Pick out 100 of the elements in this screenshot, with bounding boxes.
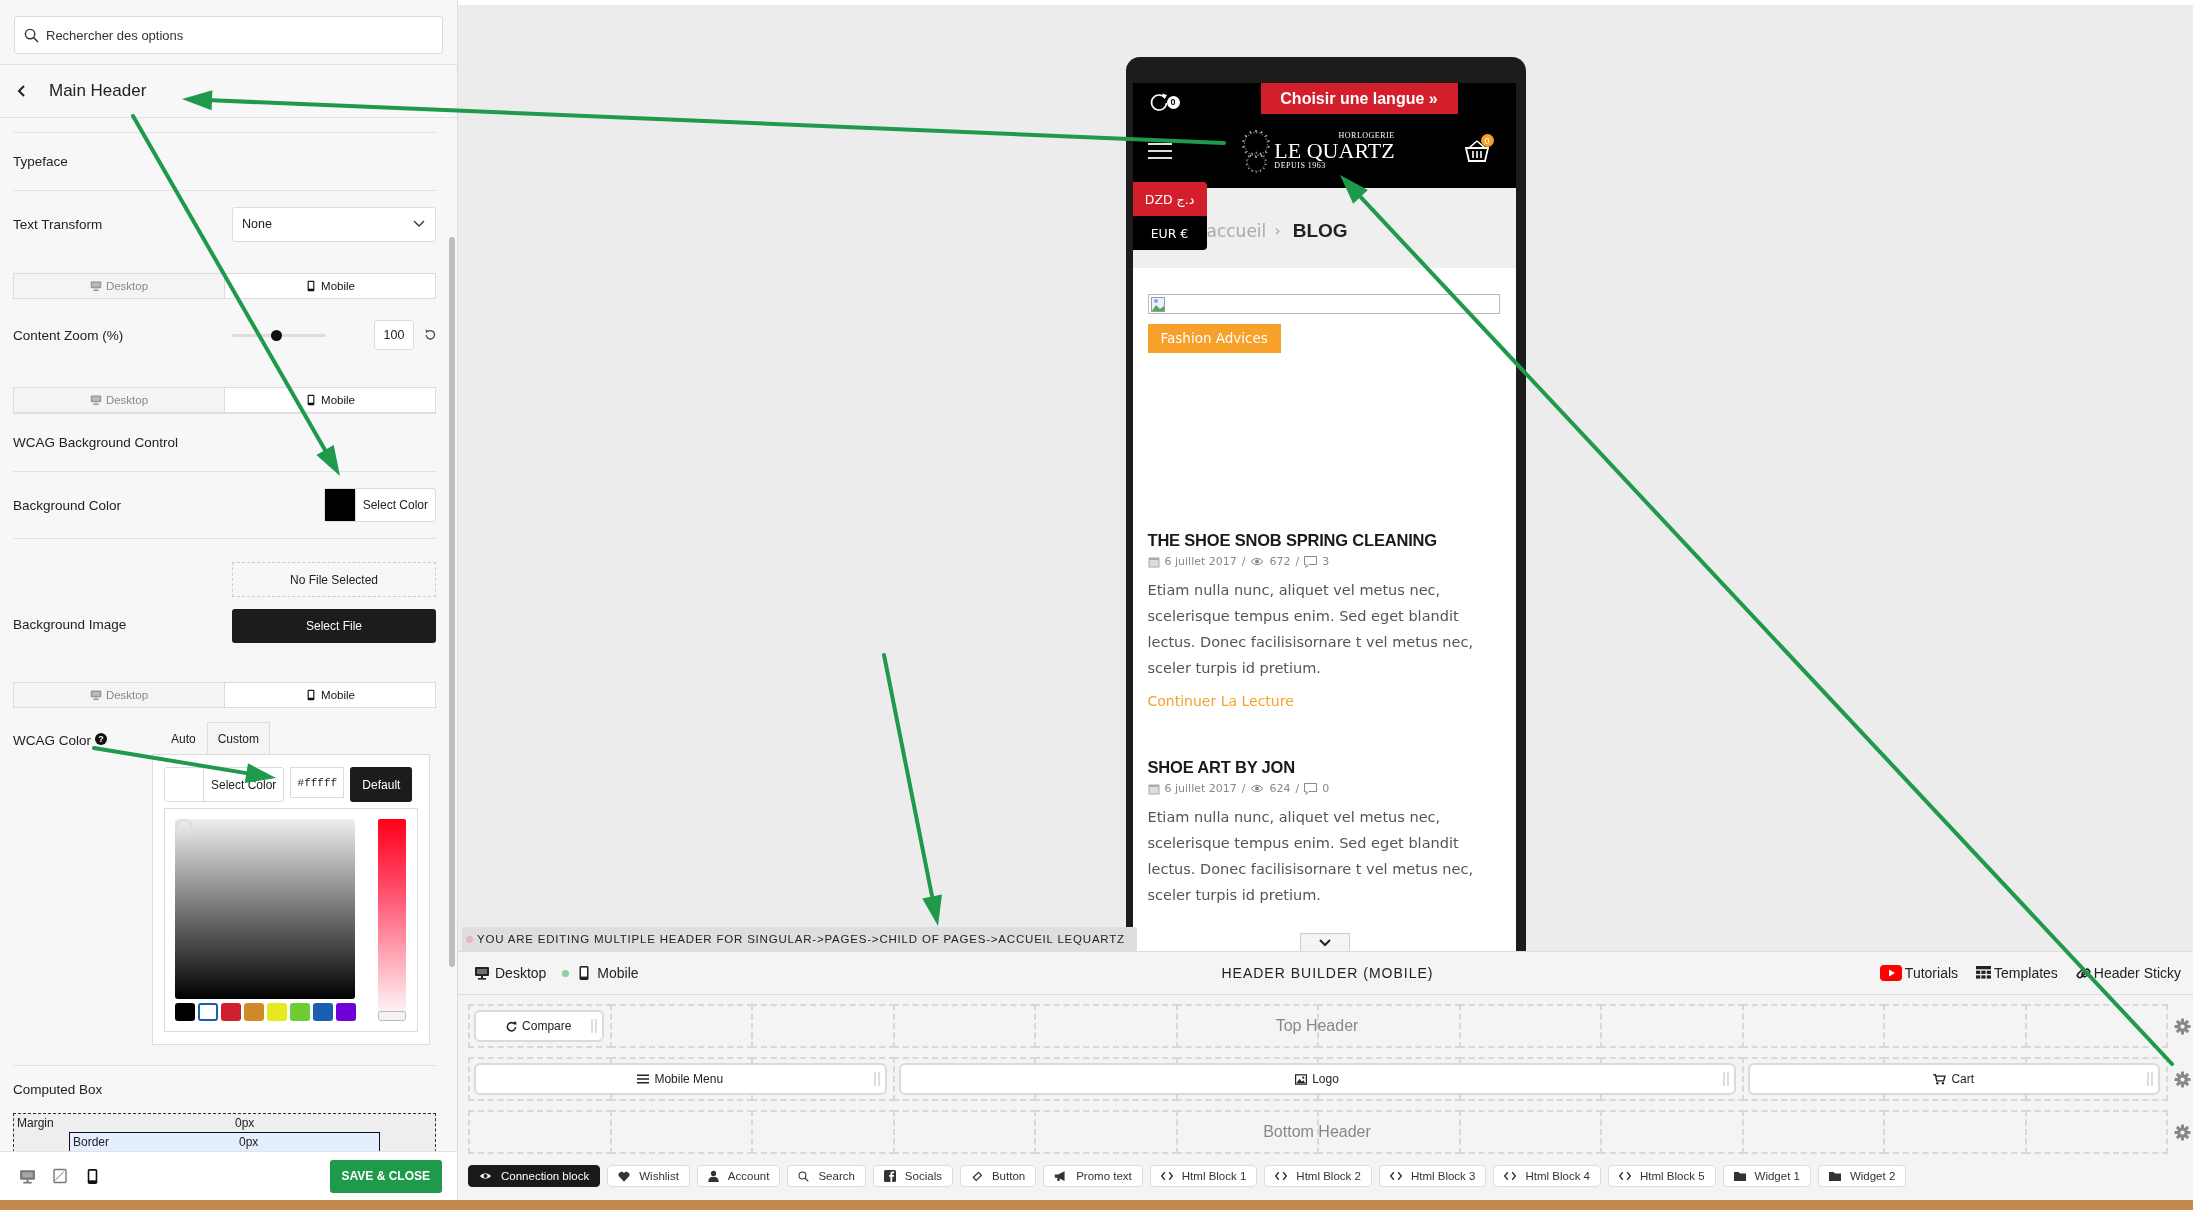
- element-chip[interactable]: Button: [959, 1165, 1037, 1187]
- post-excerpt: Etiam nulla nunc, aliquet vel metus nec, scelerisque tempus enim. Sed eget blandit lectus. Donec facilisisornare t vel metus nec, sceler turpis id pretium.: [1147, 581, 1475, 678]
- setting-label: Content Zoom (%): [13, 327, 124, 343]
- element-chip[interactable]: Connection block: [468, 1165, 601, 1187]
- code-icon: [1275, 1171, 1288, 1181]
- language-button[interactable]: Choisir une langue »: [1260, 83, 1458, 114]
- element-chip[interactable]: Widget 1: [1722, 1165, 1811, 1187]
- comment-count: 3: [1322, 555, 1330, 568]
- header-element[interactable]: Cart: [1747, 1063, 2160, 1095]
- select-field[interactable]: None: [232, 206, 436, 242]
- hamburger-menu-icon[interactable]: [1147, 142, 1172, 160]
- element-chip[interactable]: Promo text: [1043, 1165, 1143, 1187]
- file-status: No File Selected: [232, 562, 436, 597]
- select-file-button[interactable]: Select File: [232, 609, 436, 643]
- drag-handle-icon: [590, 1018, 597, 1034]
- help-icon: ?: [95, 733, 107, 745]
- color-swatch[interactable]: [175, 1003, 195, 1021]
- view-count: 672: [1269, 555, 1291, 568]
- header-element[interactable]: Compare: [474, 1010, 604, 1042]
- box-label: Margin: [17, 1116, 55, 1130]
- gear-icon[interactable]: [2174, 1070, 2191, 1088]
- save-close-button[interactable]: SAVE & CLOSE: [329, 1159, 442, 1193]
- heart-icon: [618, 1170, 631, 1182]
- basket-icon[interactable]: [1464, 140, 1489, 162]
- eye-icon: [479, 1170, 492, 1182]
- number-field[interactable]: 100: [374, 320, 414, 350]
- code-icon: [1160, 1171, 1173, 1181]
- box-value: 0px: [235, 1116, 255, 1130]
- element-chip[interactable]: Html Block 3: [1378, 1165, 1487, 1187]
- slider-thumb[interactable]: [271, 329, 283, 341]
- eraser-icon: [970, 1170, 983, 1182]
- toolbar-link[interactable]: Header Sticky: [2075, 965, 2181, 981]
- element-chip[interactable]: Account: [696, 1165, 781, 1187]
- toolbar-link[interactable]: Templates: [1976, 965, 2058, 981]
- chevron-down-icon: [413, 220, 425, 228]
- monitor-icon[interactable]: [19, 1167, 36, 1185]
- monitor-icon: [89, 394, 102, 406]
- logo-wordmark: LE QUARTZ: [1274, 140, 1395, 162]
- select-color-button[interactable]: Select Color: [323, 488, 436, 522]
- toolbar-link[interactable]: Tutorials: [1879, 965, 1959, 981]
- currency-option[interactable]: EUR €: [1132, 216, 1207, 250]
- element-chip[interactable]: Html Block 1: [1149, 1165, 1258, 1187]
- color-swatch[interactable]: [244, 1003, 264, 1021]
- reset-icon[interactable]: [424, 329, 436, 341]
- color-swatch[interactable]: [267, 1003, 287, 1021]
- gear-icon[interactable]: [2174, 1123, 2191, 1141]
- meta-separator: /: [1241, 555, 1246, 568]
- code-icon: [1619, 1171, 1631, 1181]
- device-tab[interactable]: Mobile: [224, 388, 435, 412]
- element-chip[interactable]: Html Block 4: [1493, 1165, 1601, 1187]
- post-excerpt: Etiam nulla nunc, aliquet vel metus nec, scelerisque tempus enim. Sed eget blandit lectus. Donec facilisisornare t vel metus nec, sceler turpis id pretium.: [1147, 808, 1475, 905]
- header-element[interactable]: Mobile Menu: [474, 1063, 887, 1095]
- table-icon: [1976, 966, 1992, 980]
- device-tab[interactable]: Mobile: [562, 965, 639, 981]
- device-tab[interactable]: Mobile: [224, 683, 435, 707]
- calendar-icon: [1147, 555, 1160, 568]
- header-element[interactable]: Logo: [898, 1063, 1736, 1095]
- back-chevron-icon[interactable]: [17, 84, 27, 98]
- hue-handle[interactable]: [378, 1011, 406, 1021]
- scroll-down-tab[interactable]: [1300, 933, 1350, 951]
- chevron-down-icon: [1319, 938, 1331, 947]
- mode-tab[interactable]: Auto: [160, 722, 207, 754]
- post-title[interactable]: SHOE ART BY JON: [1147, 758, 1500, 777]
- gear-icon[interactable]: [2174, 1017, 2191, 1035]
- monitor-icon: [89, 689, 102, 701]
- view-count: 624: [1269, 782, 1291, 795]
- hex-field[interactable]: #fffff: [290, 767, 345, 798]
- color-swatch[interactable]: [290, 1003, 310, 1021]
- element-chip[interactable]: Socials: [872, 1165, 953, 1187]
- device-tab[interactable]: Mobile: [224, 274, 435, 298]
- refresh-icon[interactable]: [1148, 92, 1169, 112]
- picker-handle[interactable]: [175, 819, 193, 837]
- social-square-icon: [883, 1170, 896, 1182]
- element-chip[interactable]: Wishlist: [607, 1165, 690, 1187]
- element-chip[interactable]: Search: [787, 1165, 866, 1187]
- scrollbar-thumb[interactable]: [449, 237, 455, 967]
- color-swatch[interactable]: [198, 1003, 218, 1021]
- comment-icon: [1304, 782, 1318, 795]
- color-swatch[interactable]: [336, 1003, 356, 1021]
- hue-slider[interactable]: [378, 819, 406, 1021]
- element-chip[interactable]: Html Block 2: [1264, 1165, 1372, 1187]
- setting-label: Computed Box: [13, 1082, 103, 1097]
- color-swatch[interactable]: [313, 1003, 333, 1021]
- saturation-area[interactable]: [175, 819, 355, 999]
- default-button[interactable]: Default: [350, 767, 413, 802]
- post-title[interactable]: THE SHOE SNOB SPRING CLEANING: [1147, 531, 1500, 550]
- logo-tagline: HORLOGERIE: [1338, 132, 1395, 140]
- meta-separator: /: [1295, 555, 1300, 568]
- color-swatch[interactable]: [221, 1003, 241, 1021]
- currency-option[interactable]: DZD د.ج: [1132, 182, 1207, 216]
- setting-label: Typeface: [13, 154, 68, 169]
- tablet-icon[interactable]: [52, 1168, 68, 1184]
- code-icon: [1389, 1171, 1402, 1181]
- builder-title: HEADER BUILDER (MOBILE): [1221, 965, 1434, 981]
- mode-tab[interactable]: Custom: [206, 722, 271, 754]
- page-title: BLOG: [1292, 219, 1348, 242]
- search-field[interactable]: Rechercher des options: [14, 16, 443, 54]
- device-tab[interactable]: Desktop: [474, 965, 547, 981]
- element-chip[interactable]: Html Block 5: [1608, 1165, 1716, 1187]
- element-chip[interactable]: Widget 2: [1817, 1165, 1907, 1187]
